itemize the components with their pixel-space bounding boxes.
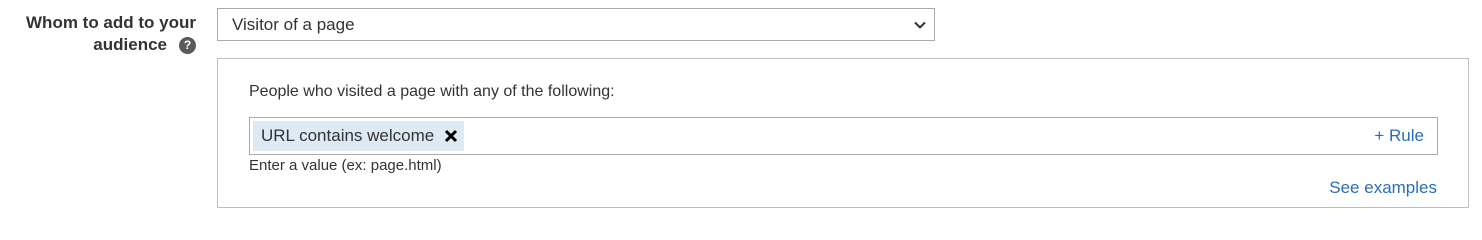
see-examples-link[interactable]: See examples bbox=[1329, 178, 1437, 198]
chevron-down-icon bbox=[914, 21, 926, 29]
audience-type-select[interactable]: Visitor of a page bbox=[217, 8, 935, 41]
close-icon[interactable] bbox=[443, 128, 459, 144]
audience-label-line1: Whom to add to your bbox=[26, 13, 196, 32]
audience-type-selected-value: Visitor of a page bbox=[232, 15, 355, 34]
url-rules-token-field[interactable]: URL contains welcome + Rule bbox=[249, 117, 1438, 155]
question-circle-icon[interactable]: ? bbox=[179, 37, 196, 54]
add-rule-link[interactable]: + Rule bbox=[1374, 126, 1424, 146]
rule-token-label: URL contains welcome bbox=[261, 126, 435, 145]
url-value-hint: Enter a value (ex: page.html) bbox=[249, 157, 442, 174]
audience-label-line2: audience bbox=[93, 35, 167, 54]
rule-token: URL contains welcome bbox=[253, 121, 465, 151]
audience-field-label: Whom to add to your audience? bbox=[0, 12, 196, 56]
url-rules-heading: People who visited a page with any of th… bbox=[249, 83, 615, 100]
url-rules-panel: People who visited a page with any of th… bbox=[217, 58, 1469, 208]
